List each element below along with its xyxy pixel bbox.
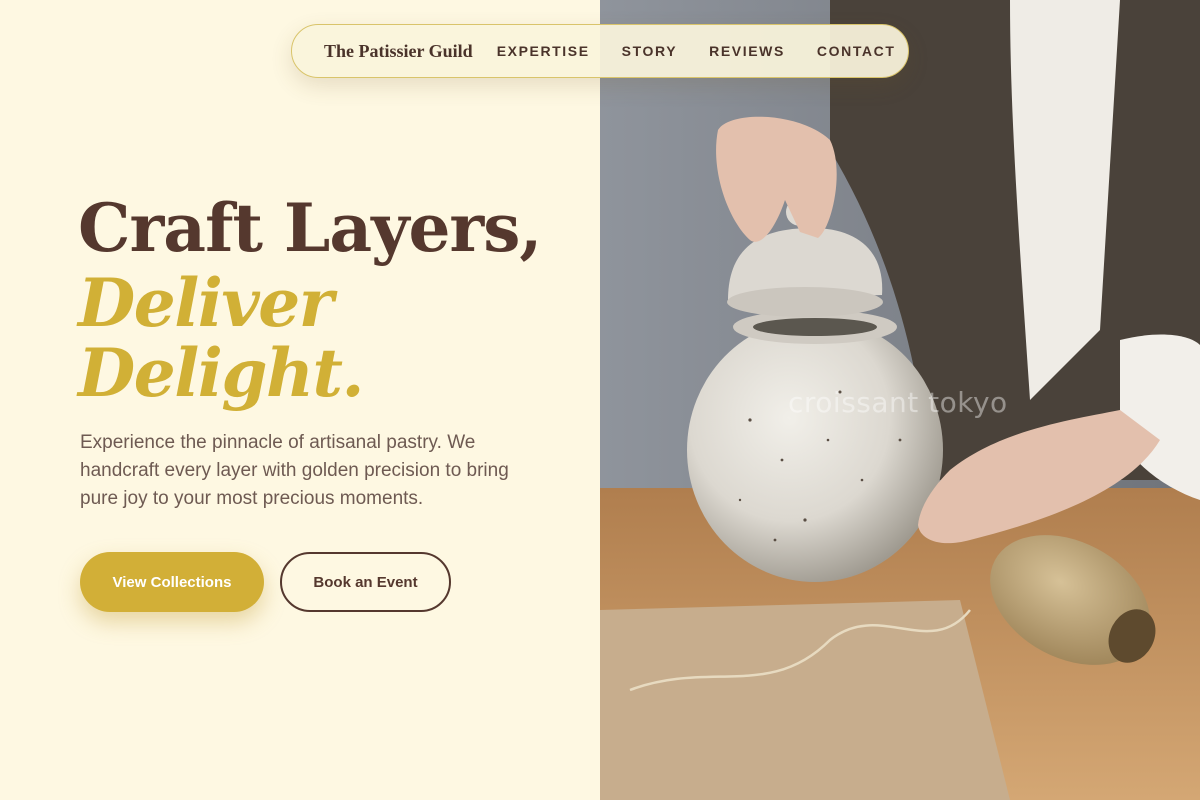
brand-logo[interactable]: The Patissier Guild: [324, 41, 473, 62]
top-navigation: The Patissier Guild EXPERTISE STORY REVI…: [291, 24, 909, 78]
nav-link-expertise[interactable]: EXPERTISE: [497, 43, 590, 59]
view-collections-button[interactable]: View Collections: [80, 552, 264, 612]
nav-link-reviews[interactable]: REVIEWS: [709, 43, 785, 59]
photo-watermark: croissant tokyo: [788, 386, 1008, 419]
hero-headline: Craft Layers, Deliver Delight.: [78, 188, 542, 412]
hero-description: Experience the pinnacle of artisanal pas…: [80, 432, 509, 509]
hero-photo: croissant tokyo: [600, 0, 1200, 800]
headline-line-3: Delight.: [78, 334, 364, 412]
headline-line-2: Deliver: [78, 264, 333, 342]
nav-links: EXPERTISE STORY REVIEWS CONTACT: [497, 43, 896, 59]
nav-link-contact[interactable]: CONTACT: [817, 43, 896, 59]
headline-line-1: Craft Layers,: [78, 189, 542, 267]
book-an-event-button[interactable]: Book an Event: [280, 552, 451, 612]
nav-link-story[interactable]: STORY: [622, 43, 677, 59]
